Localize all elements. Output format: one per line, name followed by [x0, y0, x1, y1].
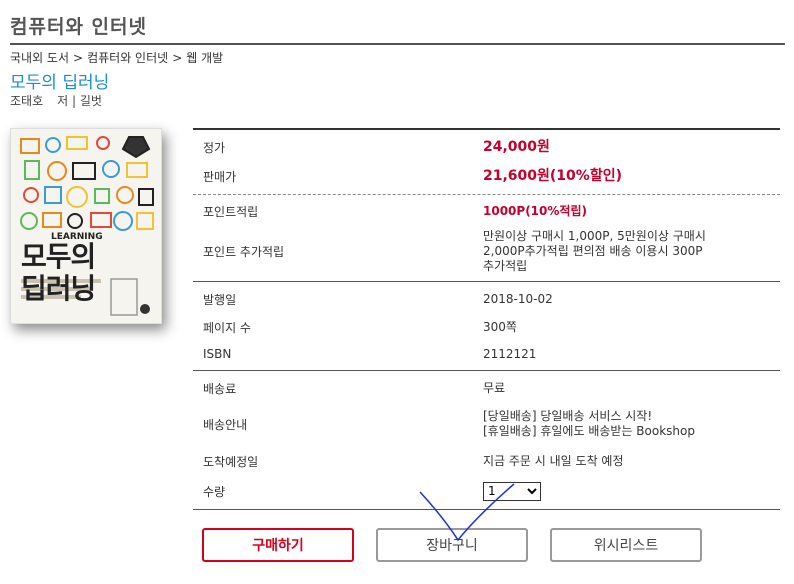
isbn-value: 2112121 [483, 346, 537, 361]
author-line: 조태호 저 | 길벗 [10, 92, 102, 109]
pages-label: 페이지 수 [203, 320, 251, 335]
isbn-label: ISBN [203, 347, 232, 361]
breadcrumb-chevron-icon: > [73, 51, 84, 65]
extra-points-line: 추가적립 [483, 258, 528, 273]
extra-points-line: 2,000P추가적립 편의점 배송 이용시 300P [483, 243, 703, 258]
book-title: 모두의 딥러닝 [10, 73, 110, 93]
author-role-publisher: 저 | 길벗 [57, 94, 102, 108]
book-cover-image: LEARNING 모두의 딥러닝 [10, 128, 162, 324]
quantity-select[interactable]: 1 [483, 481, 541, 501]
points-value: 1000P(10%적립) [483, 203, 587, 218]
price-label: 정가 [203, 140, 226, 155]
shipping-info-line: [당일배송] 당일배송 서비스 시작! [483, 409, 653, 423]
points-row: 포인트적립 1000P(10%적립) [193, 198, 780, 224]
price-value: 24,000원 [483, 138, 550, 155]
cover-title-line1: 모두의 [21, 240, 96, 273]
arrival-row: 도착예정일 지금 주문 시 내일 도착 예정 [193, 446, 780, 476]
quantity-value: 1 [483, 481, 780, 501]
sale-price-value: 21,600원(10%할인) [483, 167, 622, 184]
price-row: 정가 24,000원 [193, 133, 780, 161]
shipping-section: 배송료 무료 배송안내 [당일배송] 당일배송 서비스 시작! [휴일배송] 휴… [193, 371, 780, 510]
extra-points-row: 포인트 추가적립 만원이상 구매시 1,000P, 5만원이상 구매시 2,00… [193, 224, 780, 278]
cover-title: 모두의 딥러닝 [21, 240, 96, 305]
breadcrumb-item[interactable]: 웹 개발 [186, 51, 223, 65]
cover-title-line2: 딥러닝 [21, 272, 96, 305]
points-section: 포인트적립 1000P(10%적립) 포인트 추가적립 만원이상 구매시 1,0… [193, 195, 780, 282]
buy-button[interactable]: 구매하기 [202, 528, 354, 562]
shipping-info-line: [휴일배송] 휴일에도 배송받는 Bookshop [483, 424, 695, 438]
breadcrumb: 국내외 도서 > 컴퓨터와 인터넷 > 웹 개발 [10, 49, 223, 66]
pub-date-value: 2018-10-02 [483, 291, 553, 306]
shipping-info-value: [당일배송] 당일배송 서비스 시작! [휴일배송] 휴일에도 배송받는 Boo… [483, 409, 780, 439]
quantity-row: 수량 1 [193, 476, 780, 506]
extra-points-label: 포인트 추가적립 [203, 244, 285, 259]
quantity-label: 수량 [203, 484, 226, 499]
extra-points-line: 만원이상 구매시 1,000P, 5만원이상 구매시 [483, 228, 706, 243]
price-section: 정가 24,000원 판매가 21,600원(10%할인) [193, 130, 780, 195]
pub-date-row: 발행일 2018-10-02 [193, 285, 780, 313]
pub-date-label: 발행일 [203, 292, 237, 307]
pages-row: 페이지 수 300쪽 [193, 313, 780, 341]
shipping-fee-value: 무료 [483, 380, 506, 395]
pages-value: 300쪽 [483, 319, 517, 334]
title-divider [10, 43, 785, 45]
extra-points-value: 만원이상 구매시 1,000P, 5만원이상 구매시 2,000P추가적립 편의… [483, 229, 780, 274]
wishlist-button[interactable]: 위시리스트 [550, 528, 702, 562]
sale-price-label: 판매가 [203, 169, 237, 184]
publication-section: 발행일 2018-10-02 페이지 수 300쪽 ISBN 2112121 [193, 282, 780, 371]
shipping-fee-label: 배송료 [203, 381, 237, 396]
breadcrumb-item[interactable]: 컴퓨터와 인터넷 [87, 51, 168, 65]
sale-price-row: 판매가 21,600원(10%할인) [193, 161, 780, 191]
points-label: 포인트적립 [203, 204, 259, 219]
page-title: 컴퓨터와 인터넷 [10, 16, 147, 38]
breadcrumb-item[interactable]: 국내외 도서 [10, 51, 69, 65]
book-info-table: 정가 24,000원 판매가 21,600원(10%할인) 포인트적립 1000… [193, 128, 780, 510]
shipping-info-label: 배송안내 [203, 417, 248, 432]
add-to-cart-button[interactable]: 장바구니 [376, 528, 528, 562]
isbn-row: ISBN 2112121 [193, 341, 780, 367]
arrival-label: 도착예정일 [203, 454, 259, 469]
arrival-value: 지금 주문 시 내일 도착 예정 [483, 453, 624, 468]
breadcrumb-chevron-icon: > [172, 51, 183, 65]
shipping-fee-row: 배송료 무료 [193, 374, 780, 402]
shipping-info-row: 배송안내 [당일배송] 당일배송 서비스 시작! [휴일배송] 휴일에도 배송받… [193, 402, 780, 446]
author-name[interactable]: 조태호 [10, 94, 43, 108]
